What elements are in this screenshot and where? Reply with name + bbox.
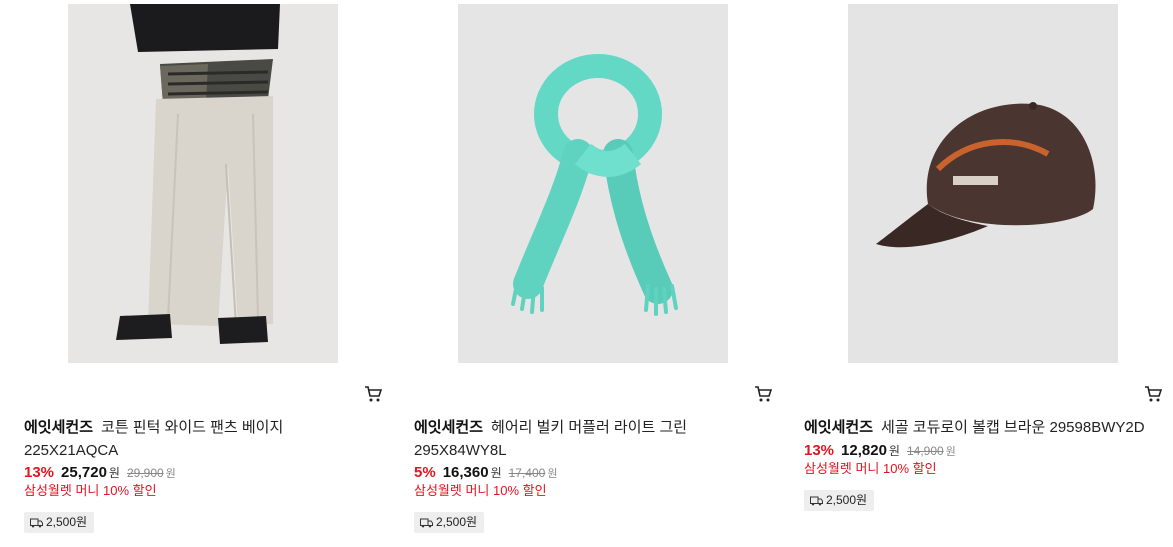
product-name: 세골 코듀로이 볼캡 브라운 29598BWY2D	[881, 419, 1145, 436]
promo-text: 삼성월렛 머니 10% 할인	[24, 483, 157, 498]
shipping-badge: 2,500원	[24, 512, 95, 533]
ballcap-illustration	[848, 4, 1118, 363]
original-currency-unit: 원	[945, 446, 956, 458]
price-row: 13% 25,720 원 29,900 원	[24, 462, 176, 484]
product-card[interactable]: 에잇세컨즈 세골 코듀로이 볼캡 브라운 29598BWY2D 13% 12,820…	[804, 0, 1173, 547]
brand-name: 에잇세컨즈	[414, 419, 484, 436]
shipping-fee: 2,500원	[436, 515, 478, 529]
pants-illustration	[68, 4, 338, 363]
cart-icon[interactable]	[1144, 385, 1162, 403]
product-grid: 에잇세컨즈 코튼 핀턱 와이드 팬츠 베이지 225X21AQCA 13% 25,7…	[0, 0, 1173, 547]
original-price: 29,900	[126, 466, 164, 480]
product-code: 225X21AQCA	[24, 442, 119, 459]
sale-price: 16,360	[442, 464, 489, 481]
shipping-fee: 2,500원	[826, 493, 868, 507]
sale-price: 12,820	[841, 442, 887, 459]
promo-text: 삼성월렛 머니 10% 할인	[414, 483, 547, 498]
original-price: 14,900	[906, 444, 944, 458]
promo-text: 삼성월렛 머니 10% 할인	[804, 461, 937, 476]
product-image-ballcap[interactable]	[848, 4, 1118, 363]
product-title[interactable]: 에잇세컨즈 헤어리 벌키 머플러 라이트 그린	[414, 417, 784, 439]
product-image-muffler[interactable]	[458, 4, 728, 363]
currency-unit: 원	[108, 466, 120, 480]
currency-unit: 원	[490, 466, 502, 480]
product-code: 295X84WY8L	[414, 442, 507, 459]
shipping-badge: 2,500원	[804, 490, 875, 511]
product-name: 헤어리 벌키 머플러 라이트 그린	[491, 419, 688, 436]
sale-price: 25,720	[61, 464, 107, 481]
shipping-badge: 2,500원	[414, 512, 485, 533]
truck-icon	[810, 496, 823, 505]
product-card[interactable]: 에잇세컨즈 코튼 핀턱 와이드 팬츠 베이지 225X21AQCA 13% 25,7…	[24, 0, 399, 547]
price-row: 5% 16,360 원 17,400 원	[414, 462, 557, 484]
discount-rate: 13%	[804, 442, 835, 459]
discount-rate: 13%	[24, 464, 55, 481]
shipping-fee: 2,500원	[46, 515, 88, 529]
cart-icon[interactable]	[754, 385, 772, 403]
discount-rate: 5%	[414, 464, 436, 481]
brand-name: 에잇세컨즈	[804, 419, 874, 436]
product-card[interactable]: 에잇세컨즈 헤어리 벌키 머플러 라이트 그린 295X84WY8L 5% 16,3…	[414, 0, 789, 547]
truck-icon	[30, 518, 43, 527]
original-price: 17,400	[508, 466, 546, 480]
currency-unit: 원	[888, 444, 900, 458]
cart-icon[interactable]	[364, 385, 382, 403]
truck-icon	[420, 518, 433, 527]
original-currency-unit: 원	[165, 468, 176, 480]
original-currency-unit: 원	[547, 468, 558, 480]
product-image-pants[interactable]	[68, 4, 338, 363]
price-row: 13% 12,820 원 14,900 원	[804, 440, 956, 462]
product-title[interactable]: 에잇세컨즈 세골 코듀로이 볼캡 브라운 29598BWY2D	[804, 417, 1173, 439]
brand-name: 에잇세컨즈	[24, 419, 94, 436]
muffler-illustration	[458, 4, 728, 363]
product-title[interactable]: 에잇세컨즈 코튼 핀턱 와이드 팬츠 베이지	[24, 417, 394, 439]
product-name: 코튼 핀턱 와이드 팬츠 베이지	[101, 419, 284, 436]
